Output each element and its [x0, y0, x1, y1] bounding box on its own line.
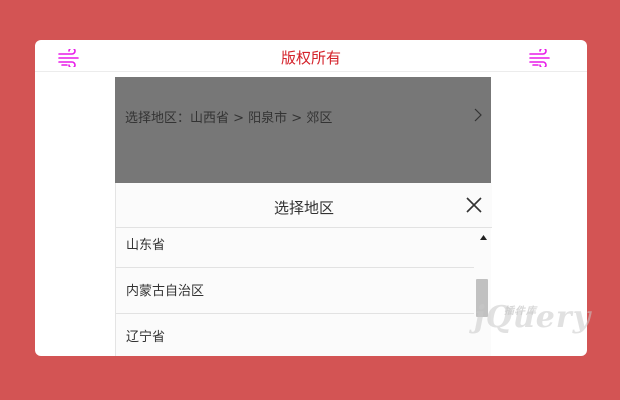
- picker-header: 选择地区: [116, 183, 492, 228]
- region-selector[interactable]: 选择地区：山西省 > 阳泉市 > 郊区: [115, 77, 491, 183]
- list-item-label: 内蒙古自治区: [126, 284, 205, 299]
- wind-icon[interactable]: [529, 49, 553, 67]
- picker-title: 选择地区: [273, 199, 334, 217]
- scrollbar[interactable]: [474, 229, 492, 356]
- card: 版权所有 选择地区：山西省 > 阳泉市 > 郊区 选择地区 山东省 内蒙古自治区…: [35, 40, 587, 356]
- list-item[interactable]: 山东省: [116, 229, 474, 268]
- page-title: 版权所有: [280, 49, 341, 67]
- list-item-label: 山东省: [126, 238, 166, 253]
- list-item[interactable]: 内蒙古自治区: [116, 268, 474, 314]
- region-label: 选择地区：山西省 > 阳泉市 > 郊区: [125, 111, 333, 126]
- close-icon[interactable]: [466, 197, 482, 213]
- header: 版权所有: [35, 40, 587, 72]
- list-item[interactable]: 辽宁省: [116, 314, 474, 356]
- list-item-label: 辽宁省: [126, 330, 166, 345]
- region-list: 山东省 内蒙古自治区 辽宁省: [116, 229, 474, 356]
- scroll-up-arrow-icon[interactable]: [480, 235, 487, 240]
- region-picker: 选择地区 山东省 内蒙古自治区 辽宁省: [115, 183, 492, 356]
- chevron-right-icon: [474, 108, 482, 122]
- scrollbar-thumb[interactable]: [476, 279, 488, 317]
